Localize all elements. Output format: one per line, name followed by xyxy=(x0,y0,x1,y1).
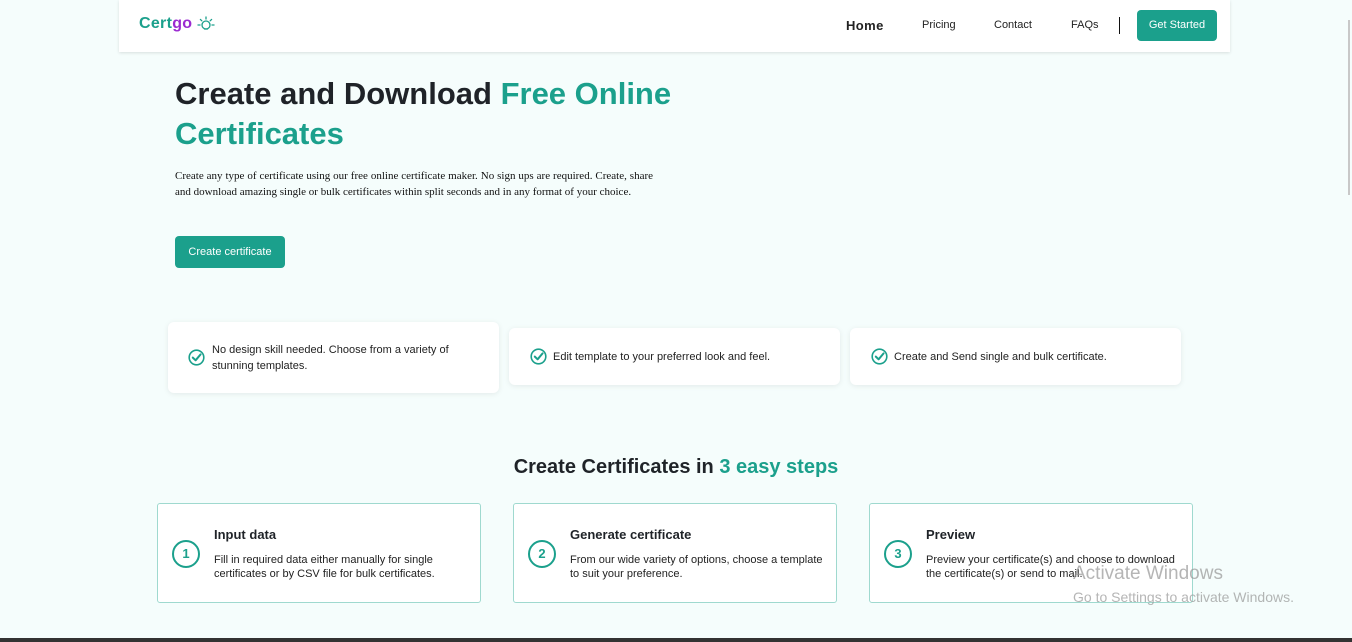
check-circle-icon xyxy=(871,348,888,365)
step-title: Preview xyxy=(926,527,976,542)
feature-card: Create and Send single and bulk certific… xyxy=(850,328,1181,385)
hero-title: Create and Download Free Online Certific… xyxy=(175,74,695,154)
nav-pricing[interactable]: Pricing xyxy=(922,19,956,31)
nav-faqs[interactable]: FAQs xyxy=(1071,19,1099,31)
nav-contact[interactable]: Contact xyxy=(994,19,1032,31)
top-navbar: Certgo Home Pricing Contact FAQs Get Sta… xyxy=(119,0,1230,52)
step-title: Input data xyxy=(214,527,277,542)
check-circle-icon xyxy=(188,349,205,366)
logo-text-cert: Cert xyxy=(139,15,173,32)
check-circle-icon xyxy=(530,348,547,365)
taskbar-strip xyxy=(0,638,1352,642)
step-number: 1 xyxy=(172,540,200,568)
feature-text: Edit template to your preferred look and… xyxy=(553,351,771,363)
hero-description: Create any type of certificate using our… xyxy=(175,170,653,198)
step-title: Generate certificate xyxy=(570,527,692,542)
nav-divider xyxy=(1119,17,1120,34)
feature-card: Edit template to your preferred look and… xyxy=(509,328,840,385)
windows-activation-watermark: Activate Windows Go to Settings to activ… xyxy=(1073,563,1294,605)
scrollbar-thumb[interactable] xyxy=(1348,20,1350,195)
get-started-button[interactable]: Get Started xyxy=(1137,10,1217,41)
feature-card: No design skill needed. Choose from a va… xyxy=(168,322,499,393)
feature-text: Create and Send single and bulk certific… xyxy=(894,351,1107,363)
step-card: 2 Generate certificate From our wide var… xyxy=(513,503,837,603)
steps-title-main: Create Certificates in xyxy=(513,456,714,478)
step-number: 3 xyxy=(884,540,912,568)
scrollbar[interactable] xyxy=(1348,0,1352,642)
steps-section-title: Create Certificates in 3 easy steps xyxy=(0,456,1352,479)
steps-title-accent: 3 easy steps xyxy=(719,456,839,478)
feature-text: No design skill needed. Choose from a va… xyxy=(212,344,449,372)
step-number: 2 xyxy=(528,540,556,568)
logo-text-go: go xyxy=(172,15,193,32)
nav-home[interactable]: Home xyxy=(846,18,884,33)
create-certificate-button[interactable]: Create certificate xyxy=(175,236,285,268)
lightbulb-icon xyxy=(197,16,215,30)
logo[interactable]: Certgo xyxy=(139,15,192,33)
step-description: Fill in required data either manually fo… xyxy=(214,554,435,580)
watermark-line2: Go to Settings to activate Windows. xyxy=(1073,589,1294,605)
step-description: From our wide variety of options, choose… xyxy=(570,554,823,580)
step-card: 1 Input data Fill in required data eithe… xyxy=(157,503,481,603)
watermark-line1: Activate Windows xyxy=(1073,563,1223,584)
hero-title-main: Create and Download xyxy=(175,76,492,111)
